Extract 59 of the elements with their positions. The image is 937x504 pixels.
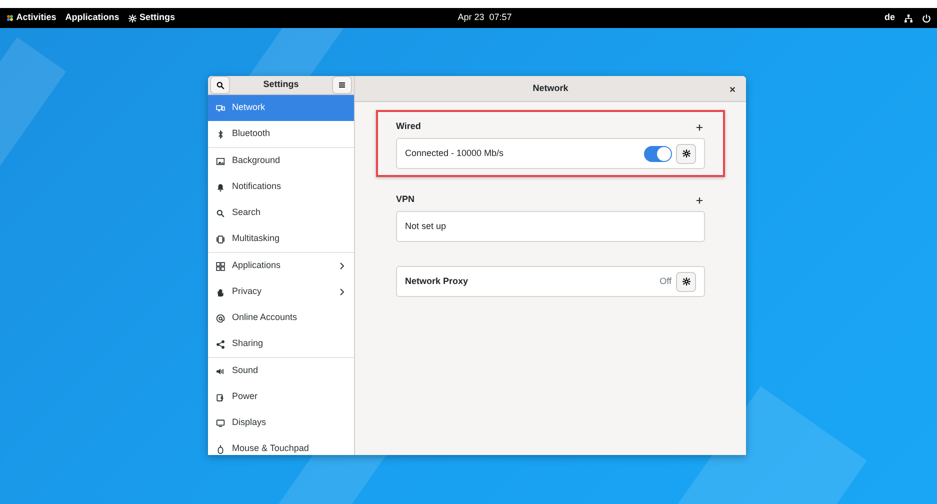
clock[interactable]: Apr 23 07:57 (458, 12, 512, 22)
sidebar-item[interactable]: Mouse & Touchpad (208, 436, 354, 455)
power-icon (216, 392, 225, 402)
sidebar-item[interactable]: Displays (208, 410, 354, 436)
speaker-icon (216, 366, 225, 376)
menu-icon (338, 81, 346, 89)
search-icon (216, 208, 225, 218)
applications-menu[interactable]: Applications (65, 11, 120, 25)
keyboard-layout[interactable]: de (884, 11, 895, 25)
section-title: VPN (396, 193, 415, 206)
sidebar-item[interactable]: Privacy (208, 279, 354, 305)
sidebar-item[interactable]: Sound (208, 358, 354, 384)
at-icon (216, 314, 225, 322)
plus-icon (696, 197, 703, 204)
activities-button[interactable]: Activities (16, 11, 56, 25)
search-button[interactable] (210, 76, 230, 94)
menu-button[interactable] (332, 76, 352, 94)
sidebar-item[interactable]: Power (208, 384, 354, 410)
bell-icon (216, 182, 225, 192)
network-icon (216, 104, 225, 112)
settings-button[interactable] (676, 144, 696, 164)
row-label: Not set up (405, 220, 448, 233)
sidebar-item[interactable]: Notifications (208, 174, 354, 200)
close-icon (729, 86, 736, 93)
sidebar-title: Settings (263, 78, 299, 92)
monitor-icon (216, 418, 225, 428)
sidebar-item[interactable]: Online Accounts (208, 305, 354, 331)
network-icon (904, 14, 913, 22)
section-title: Wired (396, 120, 421, 133)
sidebar-item[interactable]: Sharing (208, 331, 354, 357)
bluetooth-icon (216, 130, 225, 138)
content-title: Network (532, 82, 568, 95)
picture-icon (216, 156, 225, 166)
plus-icon (696, 124, 703, 132)
sidebar-item[interactable]: Applications (208, 253, 354, 279)
search-icon (216, 80, 225, 90)
grid-icon (216, 262, 225, 270)
sidebar-item[interactable]: Search (208, 200, 354, 226)
status-value: Off (660, 274, 672, 288)
sidebar-item[interactable]: Bluetooth (208, 121, 354, 147)
row-label: Connected - 10000 Mb/s (405, 146, 505, 160)
settings-button[interactable] (676, 272, 696, 292)
activities-icon (6, 14, 14, 22)
sidebar-item[interactable]: Multitasking (208, 226, 354, 252)
hand-icon (216, 288, 225, 296)
toggle-switch[interactable] (644, 146, 672, 162)
chevron-icon (338, 288, 346, 296)
windows-icon (216, 234, 225, 244)
settings-icon (682, 277, 690, 286)
share-icon (216, 340, 225, 348)
row-label: Network Proxy (405, 274, 470, 288)
sidebar-item[interactable]: Network (208, 95, 354, 121)
power-icon (922, 14, 931, 22)
gear-icon (128, 14, 138, 22)
settings-icon (682, 149, 690, 158)
mouse-icon (216, 444, 225, 454)
app-menu[interactable]: Settings (140, 11, 176, 25)
chevron-icon (338, 262, 346, 270)
sidebar-item[interactable]: Background (208, 148, 354, 174)
